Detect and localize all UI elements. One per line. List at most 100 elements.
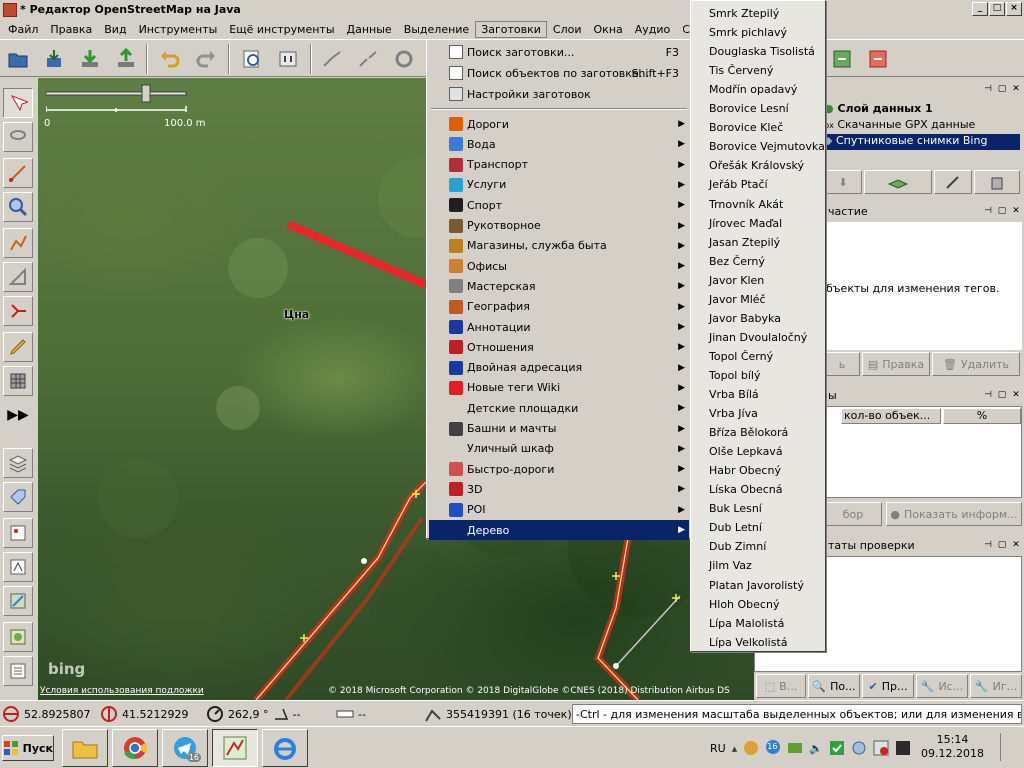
menu-item-preset-settings[interactable]: Настройки заготовок <box>429 84 689 104</box>
tree-preset-item[interactable]: Borovice Kleč <box>709 118 783 137</box>
improve-way-button[interactable] <box>3 228 33 258</box>
maximize-button[interactable]: □ <box>989 2 1005 16</box>
collapse-icon[interactable]: ▢ <box>996 389 1008 401</box>
taskbar-josm[interactable] <box>212 729 258 767</box>
preset-group-item[interactable]: Вода ▶ <box>429 134 689 154</box>
preset-group-item[interactable]: 3D ▶ <box>429 479 689 499</box>
close-panel-icon[interactable]: ✕ <box>1010 83 1022 95</box>
preset-group-item[interactable]: География ▶ <box>429 297 689 317</box>
layer-row-gpx[interactable]: px Скачанные GPX данные <box>820 118 975 134</box>
preset-group-item[interactable]: Рукотворное ▶ <box>429 216 689 236</box>
tree-preset-item[interactable]: Modřín opadavý <box>709 80 797 99</box>
pin-icon[interactable]: ⊣ <box>982 83 994 95</box>
close-panel-icon[interactable]: ✕ <box>1010 205 1022 217</box>
taskbar-explorer[interactable] <box>62 729 108 767</box>
preset-group-item[interactable]: Отношения ▶ <box>429 337 689 357</box>
delete-layer-button[interactable] <box>974 170 1020 194</box>
preset-group-item[interactable]: Детские площадки ▶ <box>429 398 689 418</box>
preset-group-item[interactable]: Быстро-дороги ▶ <box>429 459 689 479</box>
tree-preset-item[interactable]: Dub Letní <box>709 518 762 537</box>
preset-group-item[interactable]: Новые теги Wiki ▶ <box>429 378 689 398</box>
tree-preset-item[interactable]: Vrba Jíva <box>709 404 758 423</box>
preset-group-item[interactable]: Дороги ▶ <box>429 114 689 134</box>
tree-preset-item[interactable]: Lípa Malolistá <box>709 614 784 633</box>
taskbar-chrome[interactable] <box>112 729 158 767</box>
taskbar-telegram[interactable]: 16 <box>162 729 208 767</box>
tags-add-button[interactable]: ь <box>824 352 860 376</box>
imagery-terms-link[interactable]: Условия использования подложки <box>40 686 204 696</box>
tree-preset-item[interactable]: Jilm Vaz <box>709 556 752 575</box>
scale-bar[interactable]: 0 100.0 m <box>44 82 206 132</box>
preset-group-item[interactable]: Услуги ▶ <box>429 175 689 195</box>
tree-preset-item[interactable]: Tis Červený <box>709 61 773 80</box>
layer-visibility-button[interactable] <box>934 170 972 194</box>
preset-group-item[interactable]: Двойная адресация ▶ <box>429 358 689 378</box>
nvidia-icon[interactable] <box>787 740 803 756</box>
tree-preset-item[interactable]: Olše Lepkavá <box>709 442 783 461</box>
tags-toggle-button[interactable] <box>3 482 33 512</box>
preset-group-item[interactable]: Спорт ▶ <box>429 195 689 215</box>
tree-preset-item[interactable]: Jasan Ztepilý <box>709 233 780 252</box>
close-panel-icon[interactable]: ✕ <box>1010 539 1022 551</box>
validator-button[interactable] <box>3 622 33 652</box>
tags-edit-button[interactable]: ▤ Правка <box>862 352 930 376</box>
taskbar-ie[interactable] <box>262 729 308 767</box>
download-button[interactable] <box>74 43 106 75</box>
menu-edit[interactable]: Правка <box>44 21 98 38</box>
tree-preset-item[interactable]: Douglaska Tisolistá <box>709 42 815 61</box>
tree-preset-item[interactable]: Hloh Obecný <box>709 595 779 614</box>
tree-preset-item[interactable]: Bez Černý <box>709 252 765 271</box>
parallel-mode-button[interactable] <box>3 262 33 292</box>
tree-preset-item[interactable]: Jeřáb Ptačí <box>709 175 768 194</box>
relations-button[interactable] <box>3 552 33 582</box>
layer-row-bing[interactable]: ◆ Спутниковые снимки Bing <box>820 134 1020 150</box>
undo-button[interactable] <box>154 43 186 75</box>
menu-windows[interactable]: Окна <box>588 21 629 38</box>
draw-mode-button[interactable] <box>3 158 33 188</box>
preset-group-item[interactable]: POI ▶ <box>429 500 689 520</box>
menu-item-search-objects[interactable]: Поиск объектов по заготовке... Shift+F3 <box>429 63 689 83</box>
tree-preset-item[interactable]: Trnovník Akát <box>709 195 783 214</box>
tree-preset-item[interactable]: Ořešák Královský <box>709 156 804 175</box>
menu-selection[interactable]: Выделение <box>398 21 476 38</box>
column-header-percent[interactable]: % <box>943 408 1021 424</box>
redo-button[interactable] <box>190 43 222 75</box>
pin-icon[interactable]: ⊣ <box>982 389 994 401</box>
extrude-mode-button[interactable] <box>3 296 33 326</box>
menu-file[interactable]: Файл <box>2 21 44 38</box>
minimize-button[interactable]: _ <box>972 2 988 16</box>
tree-preset-item[interactable]: Habr Obecný <box>709 461 781 480</box>
settings-button[interactable] <box>272 43 304 75</box>
lasso-mode-button[interactable] <box>3 122 33 152</box>
network-error-icon[interactable] <box>873 740 889 756</box>
tree-preset-item[interactable]: Borovice Vejmutovka <box>709 137 825 156</box>
tree-preset-item[interactable]: Topol Černý <box>709 347 773 366</box>
tree-preset-item[interactable]: Lípa Velkolistá <box>709 633 788 652</box>
tree-preset-item[interactable]: Topol bílý <box>709 366 760 385</box>
tree-preset-item[interactable]: Javor Klen <box>709 271 764 290</box>
show-info-button[interactable]: ● Показать информ... <box>886 502 1022 526</box>
tree-preset-item[interactable]: Dub Zimní <box>709 537 766 556</box>
pencil-mode-button[interactable] <box>3 332 33 362</box>
preset-group-item[interactable]: Транспорт ▶ <box>429 155 689 175</box>
network-icon[interactable] <box>851 740 867 756</box>
show-desktop-button[interactable] <box>1000 733 1020 761</box>
tree-preset-item[interactable]: Buk Lesní <box>709 499 762 518</box>
close-button[interactable]: × <box>1006 2 1022 16</box>
security-check-icon[interactable] <box>829 740 845 756</box>
menu-presets[interactable]: Заготовки <box>475 20 547 38</box>
start-button[interactable]: Пуск <box>2 735 54 761</box>
preset-group-item[interactable]: Башни и мачты ▶ <box>429 419 689 439</box>
pin-icon[interactable]: ⊣ <box>982 539 994 551</box>
changeset-button[interactable] <box>3 656 33 686</box>
menu-tools[interactable]: Инструменты <box>133 21 224 38</box>
zoom-mode-button[interactable] <box>3 192 33 222</box>
tree-preset-item[interactable]: Javor Babyka <box>709 309 781 328</box>
tree-preset-item[interactable]: Jírovec Maďal <box>709 214 782 233</box>
preferences-button[interactable] <box>236 43 268 75</box>
menu-item-search-preset[interactable]: Поиск заготовки... F3 <box>429 42 689 62</box>
layer-row-data[interactable]: ● Слой данных 1 <box>820 102 933 118</box>
tags-delete-button[interactable]: 🗑 Удалить <box>932 352 1020 376</box>
toolbar-action-button-2[interactable] <box>862 43 894 75</box>
tree-preset-item[interactable]: Jinan Dvoulaločný <box>709 328 807 347</box>
